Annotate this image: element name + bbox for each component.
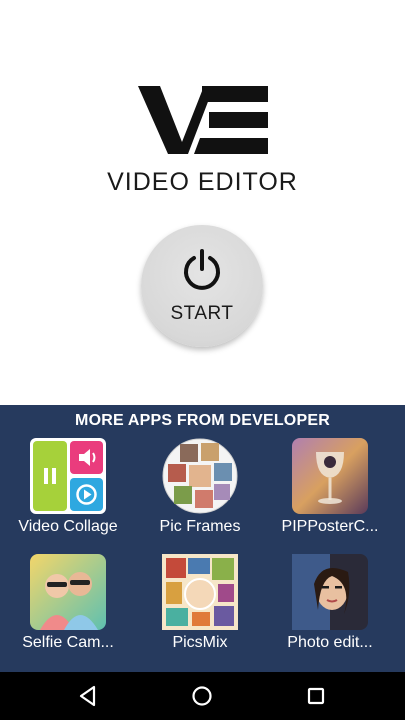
ve-logo-icon xyxy=(138,86,268,154)
more-apps-panel: MORE APPS FROM DEVELOPER Video Collage P… xyxy=(0,405,405,672)
photo-editor-icon xyxy=(292,554,368,630)
home-icon[interactable] xyxy=(188,682,216,710)
app-tile-selfie-camera[interactable]: Selfie Cam... xyxy=(3,554,133,664)
app-name-picsmix: PicsMix xyxy=(172,634,228,651)
video-collage-icon xyxy=(30,438,106,514)
app-name-photo-editor: Photo edit... xyxy=(287,634,373,651)
app-tile-picsmix[interactable]: PicsMix xyxy=(135,554,265,664)
start-button[interactable]: START xyxy=(141,225,263,347)
app-name: VIDEO EDITOR xyxy=(107,168,298,196)
power-icon xyxy=(184,249,220,290)
app-name-video-collage: Video Collage xyxy=(18,518,118,535)
app-tile-video-collage[interactable]: Video Collage xyxy=(3,438,133,548)
back-icon[interactable] xyxy=(74,682,102,710)
app-name-pip-poster: PIPPosterC... xyxy=(281,518,379,535)
app-name-selfie-camera: Selfie Cam... xyxy=(22,634,114,651)
start-label: START xyxy=(170,303,234,324)
app-name-pic-frames: Pic Frames xyxy=(159,518,241,535)
main-screen: VIDEO EDITOR START xyxy=(0,0,405,405)
more-apps-title: MORE APPS FROM DEVELOPER xyxy=(75,412,330,429)
recents-icon[interactable] xyxy=(302,682,330,710)
pip-poster-icon xyxy=(292,438,368,514)
app-tile-pic-frames[interactable]: Pic Frames xyxy=(135,438,265,548)
pic-frames-icon xyxy=(162,438,238,514)
picsmix-icon xyxy=(162,554,238,630)
app-tile-pip-poster[interactable]: PIPPosterC... xyxy=(265,438,395,548)
system-nav-bar xyxy=(0,672,405,720)
app-tile-photo-editor[interactable]: Photo edit... xyxy=(265,554,395,664)
selfie-camera-icon xyxy=(30,554,106,630)
